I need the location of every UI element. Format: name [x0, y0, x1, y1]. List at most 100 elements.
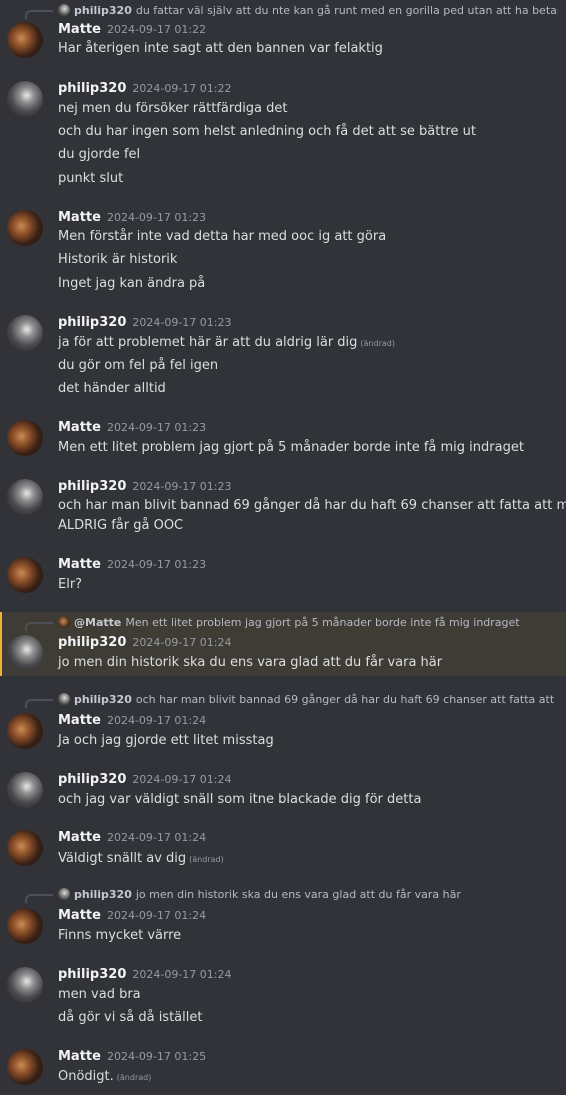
avatar[interactable]: [7, 635, 43, 671]
message-text: ALDRIG får gå OOC: [58, 518, 183, 533]
timestamp[interactable]: 2024-09-17 01:23: [132, 316, 231, 329]
message-text: Har återigen inte sagt att den bannen va…: [58, 41, 383, 56]
reply-preview[interactable]: philip320 du fattar väl själv att du nte …: [58, 4, 558, 17]
message-content: Har återigen inte sagt att den bannen va…: [58, 41, 383, 56]
author-name[interactable]: Matte: [58, 210, 101, 225]
timestamp[interactable]: 2024-09-17 01:23: [107, 421, 206, 434]
reply-preview[interactable]: philip320 och har man blivit bannad 69 gå…: [58, 693, 558, 706]
timestamp[interactable]: 2024-09-17 01:24: [107, 714, 206, 727]
message-text: nej men du försöker rättfärdiga det: [58, 101, 288, 116]
reply-spine: [25, 894, 53, 903]
reply-text: du fattar väl själv att du nte kan gå ru…: [135, 4, 558, 17]
reply-spine: [25, 10, 53, 19]
message-content: ALDRIG får gå OOC: [58, 518, 184, 533]
author-name[interactable]: Matte: [58, 22, 101, 37]
message-text: jo men din historik ska du ens vara glad…: [58, 655, 442, 670]
timestamp[interactable]: 2024-09-17 01:23: [132, 480, 231, 493]
reply-avatar: [58, 616, 70, 628]
author-name[interactable]: philip320: [58, 315, 126, 330]
author-name[interactable]: philip320: [58, 967, 126, 982]
timestamp[interactable]: 2024-09-17 01:25: [107, 1050, 206, 1063]
message-content: Historik är historik: [58, 252, 178, 267]
message-text: då gör vi så då istället: [58, 1010, 202, 1025]
author-name[interactable]: Matte: [58, 830, 101, 845]
avatar[interactable]: [7, 420, 43, 456]
message-text: och har man blivit bannad 69 gånger då h…: [58, 498, 566, 513]
message-text: Inget jag kan ändra på: [58, 276, 205, 291]
avatar[interactable]: [7, 713, 43, 749]
message-text: och du har ingen som helst anledning och…: [58, 124, 476, 139]
author-name[interactable]: Matte: [58, 557, 101, 572]
author-name[interactable]: philip320: [58, 479, 126, 494]
message-content: Men ett litet problem jag gjort på 5 mån…: [58, 440, 524, 455]
message-content: du gör om fel på fel igen: [58, 358, 219, 373]
message-text: Elr?: [58, 577, 82, 592]
message-header: philip320 2024-09-17 01:23: [58, 479, 232, 494]
timestamp[interactable]: 2024-09-17 01:23: [107, 211, 206, 224]
avatar[interactable]: [7, 210, 43, 246]
avatar[interactable]: [7, 967, 43, 1003]
timestamp[interactable]: 2024-09-17 01:22: [132, 82, 231, 95]
message-header: Matte 2024-09-17 01:23: [58, 557, 206, 572]
message-header: Matte 2024-09-17 01:24: [58, 713, 206, 728]
message-content: ja för att problemet här är att du aldri…: [58, 335, 358, 350]
author-name[interactable]: philip320: [58, 635, 126, 650]
avatar[interactable]: [7, 557, 43, 593]
message-content: du gjorde fel: [58, 147, 141, 162]
timestamp[interactable]: 2024-09-17 01:24: [132, 636, 231, 649]
author-name[interactable]: philip320: [58, 772, 126, 787]
message-header: Matte 2024-09-17 01:24: [58, 830, 206, 845]
timestamp[interactable]: 2024-09-17 01:23: [107, 558, 206, 571]
reply-avatar: [58, 4, 70, 16]
message-text: Historik är historik: [58, 252, 177, 267]
message-header: philip320 2024-09-17 01:24: [58, 635, 232, 650]
reply-text: jo men din historik ska du ens vara glad…: [135, 888, 461, 901]
reply-text: Men ett litet problem jag gjort på 5 mån…: [125, 616, 520, 629]
avatar[interactable]: [7, 908, 43, 944]
timestamp[interactable]: 2024-09-17 01:24: [107, 909, 206, 922]
message-text: men vad bra: [58, 987, 141, 1002]
reply-author[interactable]: philip320: [74, 4, 132, 17]
message-content: och jag var väldigt snäll som itne black…: [58, 792, 422, 807]
message-header: Matte 2024-09-17 01:22: [58, 22, 206, 37]
message-header: philip320 2024-09-17 01:24: [58, 967, 232, 982]
message-text: Men ett litet problem jag gjort på 5 mån…: [58, 440, 524, 455]
avatar[interactable]: [7, 1049, 43, 1085]
author-name[interactable]: Matte: [58, 1049, 101, 1064]
reply-author[interactable]: philip320: [74, 888, 132, 901]
author-name[interactable]: Matte: [58, 713, 101, 728]
edited-label: (ändrad): [116, 1073, 152, 1082]
message-content: jo men din historik ska du ens vara glad…: [58, 655, 443, 670]
message-content: och du har ingen som helst anledning och…: [58, 124, 476, 139]
reply-preview[interactable]: philip320 jo men din historik ska du ens …: [58, 888, 558, 901]
message-content: punkt slut: [58, 171, 124, 186]
message-content: Onödigt.: [58, 1069, 114, 1084]
author-name[interactable]: philip320: [58, 81, 126, 96]
message-text: punkt slut: [58, 171, 123, 186]
message-text: och jag var väldigt snäll som itne black…: [58, 792, 421, 807]
edited-label: (ändrad): [360, 339, 395, 348]
message-text: du gör om fel på fel igen: [58, 358, 218, 373]
message-text: Väldigt snällt av dig (ändrad): [58, 851, 224, 866]
timestamp[interactable]: 2024-09-17 01:24: [132, 773, 231, 786]
message-content: Men förstår inte vad detta har med ooc i…: [58, 229, 387, 244]
reply-author[interactable]: philip320: [74, 693, 132, 706]
author-name[interactable]: Matte: [58, 420, 101, 435]
reply-preview[interactable]: @Matte Men ett litet problem jag gjort på…: [58, 616, 558, 629]
avatar[interactable]: [7, 22, 43, 58]
message-content: det händer alltid: [58, 381, 166, 396]
avatar[interactable]: [7, 315, 43, 351]
message-content: men vad bra: [58, 987, 141, 1002]
message-text: ja för att problemet här är att du aldri…: [58, 335, 395, 350]
reply-author[interactable]: @Matte: [74, 616, 121, 629]
timestamp[interactable]: 2024-09-17 01:24: [132, 968, 231, 981]
timestamp[interactable]: 2024-09-17 01:24: [107, 831, 206, 844]
reply-text: och har man blivit bannad 69 gånger då h…: [135, 693, 558, 706]
avatar[interactable]: [7, 479, 43, 515]
author-name[interactable]: Matte: [58, 908, 101, 923]
avatar[interactable]: [7, 81, 43, 117]
timestamp[interactable]: 2024-09-17 01:22: [107, 23, 206, 36]
message-header: philip320 2024-09-17 01:22: [58, 81, 232, 96]
avatar[interactable]: [7, 772, 43, 808]
avatar[interactable]: [7, 830, 43, 866]
